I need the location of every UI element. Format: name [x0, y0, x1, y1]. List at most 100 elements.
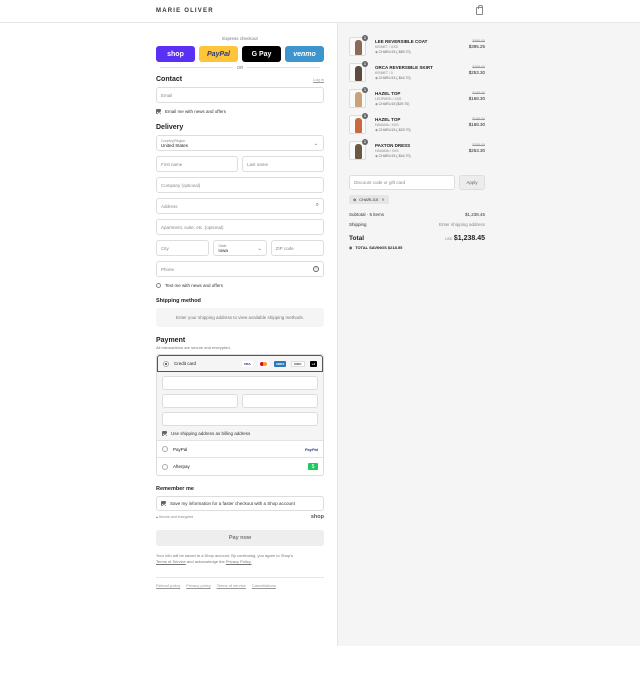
shop-logo: shop	[310, 514, 324, 520]
paypal-label: PayPal	[173, 446, 188, 452]
save-info-label: Save my information for a faster checkou…	[170, 501, 295, 506]
name-on-card-field[interactable]	[162, 412, 318, 426]
radio-icon	[162, 446, 168, 452]
cart-item: 1 ORCA REVERSIBLE SKIRT KISMET / 0 ⬗ CHA…	[349, 61, 485, 89]
terms-link[interactable]: Terms of Service	[156, 559, 186, 564]
phone-field[interactable]: Phone ?	[156, 261, 324, 277]
billing-address-checkbox[interactable]: Use shipping address as billing address	[162, 431, 318, 436]
apply-button[interactable]: Apply	[459, 175, 485, 190]
amex-icon: AMEX	[273, 360, 287, 367]
original-price: $198.00	[472, 91, 485, 95]
city-placeholder: City	[161, 245, 169, 251]
pay-now-button[interactable]: Pay now	[156, 530, 324, 546]
state-value: Iowa	[218, 247, 228, 253]
discount-placeholder: Discount code or gift card	[354, 180, 406, 185]
google-pay-button[interactable]: G Pay	[242, 46, 281, 62]
address-field[interactable]: Address ⌕	[156, 198, 324, 214]
afterpay-icon: $	[308, 463, 318, 470]
first-name-field[interactable]: First name	[156, 156, 238, 172]
credit-card-label: Credit card	[174, 361, 197, 366]
discount-code: ⬗ CHARLI15 ($29.70)	[375, 102, 410, 106]
quantity-badge: 1	[362, 35, 368, 41]
paypal-button[interactable]: PayPal	[199, 46, 238, 62]
phone-placeholder: Phone	[161, 266, 175, 272]
city-field[interactable]: City	[156, 240, 210, 256]
order-summary: 1 LEE REVERSIBLE COAT KISMET / XXS ⬗ CHA…	[349, 23, 485, 250]
refund-policy-link[interactable]: Refund policy	[156, 583, 180, 588]
card-number-field[interactable]	[162, 376, 318, 390]
login-link[interactable]: Log in	[313, 77, 324, 82]
discount-code: ⬗ CHARLI15 (-$29.70)	[375, 128, 411, 132]
secure-note: 🔒︎ Secure and encrypted	[156, 515, 193, 519]
venmo-button[interactable]: venmo	[285, 46, 324, 62]
shopping-bag-icon[interactable]	[476, 5, 483, 15]
email-news-label: Email me with news and offers	[165, 109, 226, 114]
lock-icon: 🔒︎	[156, 515, 158, 519]
shop-pay-button[interactable]: shop	[156, 46, 195, 62]
product-image: 1	[349, 87, 368, 108]
cart-items: 1 LEE REVERSIBLE COAT KISMET / XXS ⬗ CHA…	[349, 35, 485, 167]
search-icon: ⌕	[315, 202, 319, 208]
store-logo[interactable]: MARIE OLIVER	[156, 8, 214, 14]
cart-item: 1 LEE REVERSIBLE COAT KISMET / XXS ⬗ CHA…	[349, 35, 485, 63]
product-image: 1	[349, 113, 368, 134]
logo-text: MARIE OLIVER	[156, 8, 214, 14]
help-icon[interactable]: ?	[313, 266, 319, 272]
afterpay-option[interactable]: Afterpay $	[157, 458, 323, 475]
discount-code-field[interactable]: Discount code or gift card	[349, 175, 455, 190]
country-select[interactable]: Country/Region United States ⌄	[156, 135, 324, 151]
paypal-option[interactable]: PayPal PayPal	[157, 441, 323, 458]
privacy-policy-link[interactable]: Privacy policy	[186, 583, 210, 588]
quantity-badge: 1	[362, 61, 368, 67]
visa-icon: VISA	[241, 360, 253, 367]
discount-code: ⬗ CHARLI15 (-$44.70)	[375, 76, 411, 80]
tag-icon: ⬗	[353, 197, 357, 202]
state-select[interactable]: State Iowa ⌄	[213, 240, 267, 256]
checkout-form: Express checkout shop PayPal G Pay venmo…	[156, 23, 324, 588]
text-me-checkbox[interactable]: Text me with news and offers	[156, 283, 324, 288]
chevron-down-icon: ⌄	[257, 246, 262, 252]
cart-item: 1 HAZEL TOP LEOPARD / XXS ⬗ CHARLI15 ($2…	[349, 87, 485, 115]
original-price: $485.00	[472, 39, 485, 43]
product-variant: KISMET / XXS	[375, 45, 398, 49]
total-value: $1,238.45	[453, 235, 485, 242]
total-savings-text: TOTAL SAVINGS $218.55	[355, 245, 403, 250]
remember-me-title: Remember me	[156, 486, 194, 492]
checkbox-checked-icon	[156, 109, 161, 114]
product-name: HAZEL TOP	[375, 91, 401, 96]
payment-title: Payment	[156, 337, 186, 344]
credit-card-option[interactable]: Credit card VISA AMEX DISC +4	[157, 355, 323, 372]
last-name-placeholder: Last name	[247, 161, 269, 167]
discount-code: ⬗ CHARLI15 (-$89.70)	[375, 50, 411, 54]
shipping-label: Shipping	[349, 222, 367, 227]
privacy-link[interactable]: Privacy Policy.	[226, 559, 252, 564]
save-info-checkbox[interactable]: Save my information for a faster checkou…	[156, 496, 324, 511]
shipping-value: Enter shipping address	[438, 222, 485, 227]
email-field[interactable]: Email	[156, 87, 324, 103]
applied-discount-tag: ⬗ CHARLI15 ✕	[349, 195, 389, 204]
terms-of-service-link[interactable]: Terms of service	[217, 583, 246, 588]
security-code-field[interactable]	[242, 394, 318, 408]
cancellations-link[interactable]: Cancellations	[252, 583, 276, 588]
remove-discount-icon[interactable]: ✕	[381, 197, 384, 202]
product-name: ORCA REVERSIBLE SKIRT	[375, 65, 433, 70]
product-image: 1	[349, 35, 368, 56]
cart-item: 1 HAZEL TOP HAVANA / XXS ⬗ CHARLI15 (-$2…	[349, 113, 485, 141]
company-field[interactable]: Company (optional)	[156, 177, 324, 193]
legal-note: Your info will be saved to a Shop accoun…	[156, 553, 324, 565]
subtotal-label: Subtotal · 5 items	[349, 212, 385, 217]
tag-icon: ⬗	[349, 245, 353, 250]
last-name-field[interactable]: Last name	[242, 156, 324, 172]
zip-field[interactable]: ZIP code	[270, 240, 324, 256]
mastercard-icon	[257, 360, 269, 367]
sale-price: $395.25	[468, 44, 485, 49]
checkbox-checked-icon	[161, 501, 166, 506]
product-name: PAXTON DRESS	[375, 143, 411, 148]
card-details-form: Use shipping address as billing address	[157, 372, 323, 441]
email-news-checkbox[interactable]: Email me with news and offers	[156, 109, 324, 114]
contact-title: Contact	[156, 76, 183, 83]
quantity-badge: 1	[362, 87, 368, 93]
original-price: $198.00	[472, 117, 485, 121]
apartment-field[interactable]: Apartment, suite, etc. (optional)	[156, 219, 324, 235]
expiration-field[interactable]	[162, 394, 238, 408]
